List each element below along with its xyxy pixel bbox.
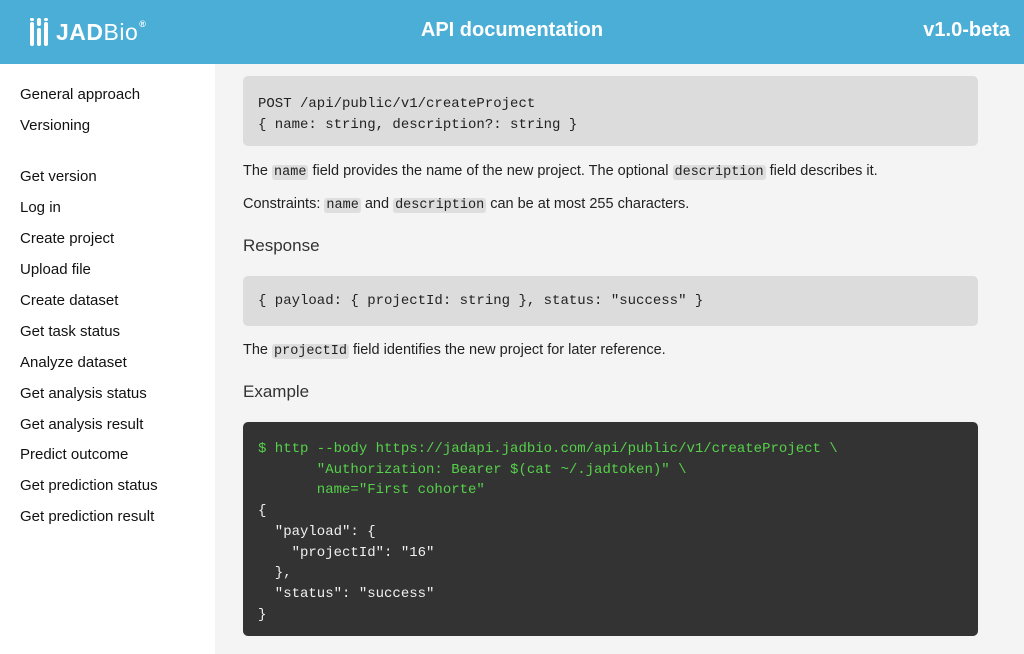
sidebar-item-get-version[interactable]: Get version bbox=[20, 168, 97, 185]
example-output-line: "payload": { bbox=[258, 523, 376, 540]
example-output-line: "status": "success" bbox=[258, 585, 435, 602]
sidebar-nav: General approach Versioning Get version … bbox=[0, 64, 215, 654]
example-output-line: }, bbox=[258, 565, 292, 582]
example-heading: Example bbox=[243, 382, 310, 401]
sidebar-item-get-prediction-result[interactable]: Get prediction result bbox=[20, 508, 154, 525]
request-code-block: POST /api/public/v1/createProject { name:… bbox=[243, 76, 978, 146]
sidebar-item-get-task-status[interactable]: Get task status bbox=[20, 323, 120, 340]
response-code-block: { payload: { projectId: string }, status… bbox=[243, 276, 978, 326]
main-content: POST /api/public/v1/createProject { name:… bbox=[215, 64, 1024, 654]
request-code-line: { name: string, description?: string } bbox=[258, 117, 578, 133]
name-field-description: The name field provides the name of the … bbox=[243, 163, 878, 180]
example-output-line: { bbox=[258, 503, 267, 520]
example-command-line: name="First cohorte" bbox=[258, 482, 485, 499]
example-output-line: "projectId": "16" bbox=[258, 544, 435, 561]
request-code-line: POST /api/public/v1/createProject bbox=[258, 96, 536, 112]
page-title: API documentation bbox=[420, 19, 604, 41]
sidebar-item-general-approach[interactable]: General approach bbox=[20, 86, 140, 103]
sidebar-item-get-analysis-result[interactable]: Get analysis result bbox=[20, 416, 143, 433]
sidebar-item-upload-file[interactable]: Upload file bbox=[20, 261, 91, 278]
example-output-line: } bbox=[258, 606, 267, 623]
constraints-text: Constraints: name and description can be… bbox=[243, 196, 690, 213]
example-terminal-block: $ http --body https://jadapi.jadbio.com/… bbox=[243, 422, 978, 636]
response-code-line: { payload: { projectId: string }, status… bbox=[258, 293, 704, 309]
response-heading: Response bbox=[243, 236, 320, 255]
sidebar-item-predict-outcome[interactable]: Predict outcome bbox=[20, 446, 128, 463]
version-label: v1.0-beta bbox=[923, 19, 1010, 41]
example-command-line: $ http --body https://jadapi.jadbio.com/… bbox=[258, 441, 838, 457]
sidebar-item-get-analysis-status[interactable]: Get analysis status bbox=[20, 385, 147, 402]
sidebar-item-versioning[interactable]: Versioning bbox=[20, 117, 90, 134]
sidebar-item-analyze-dataset[interactable]: Analyze dataset bbox=[20, 354, 127, 371]
sidebar-item-log-in[interactable]: Log in bbox=[20, 199, 61, 216]
project-id-description: The projectId field identifies the new p… bbox=[243, 342, 666, 359]
sidebar-item-create-project[interactable]: Create project bbox=[20, 230, 114, 247]
example-command-line: "Authorization: Bearer $(cat ~/.jadtoken… bbox=[258, 461, 687, 478]
sidebar-item-create-dataset[interactable]: Create dataset bbox=[20, 292, 118, 309]
sidebar-item-get-prediction-status[interactable]: Get prediction status bbox=[20, 477, 158, 494]
top-bar: JADBio® API documentation v1.0-beta bbox=[0, 0, 1024, 64]
